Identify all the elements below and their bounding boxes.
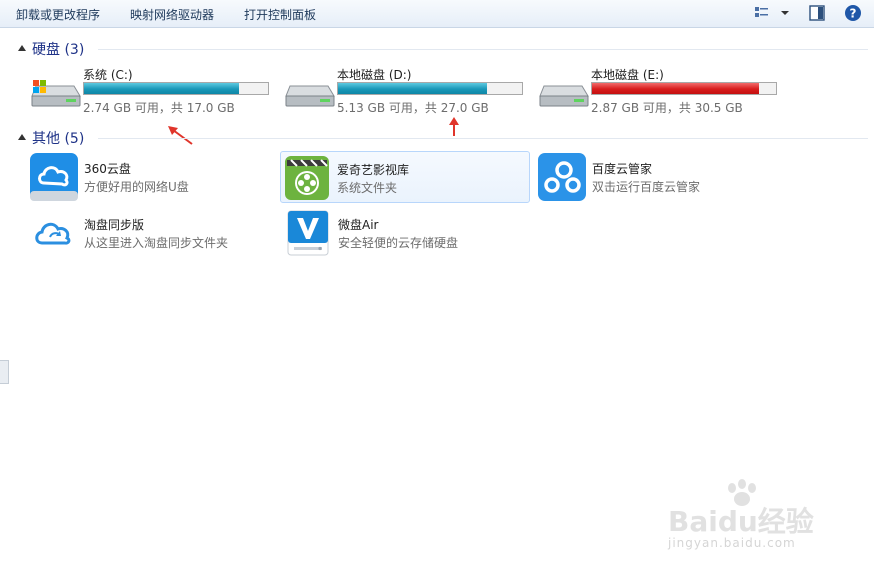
drive-name: 本地磁盘 (E:): [591, 68, 664, 82]
collapse-triangle-icon[interactable]: [18, 45, 26, 51]
drive-usage-fill: [338, 83, 488, 94]
group-divider: [98, 49, 868, 50]
drive-name: 系统 (C:): [83, 68, 133, 82]
drive-name: 本地磁盘 (D:): [337, 68, 412, 82]
baidu-cloud-icon: [538, 153, 586, 201]
hard-drive-icon: [539, 85, 589, 107]
item-name: 百度云管家: [592, 162, 653, 176]
item-name: 微盘Air: [338, 218, 379, 232]
view-dropdown-chevron-icon[interactable]: [776, 4, 794, 22]
drive-space-info: 2.87 GB 可用，共 30.5 GB: [591, 101, 743, 115]
item-name: 淘盘同步版: [84, 218, 145, 232]
group-hard-disks[interactable]: 硬盘 (3): [18, 39, 868, 59]
navigation-pane-splitter[interactable]: [0, 360, 9, 384]
item-name: 爱奇艺影视库: [337, 163, 410, 177]
item-description: 从这里进入淘盘同步文件夹: [84, 236, 229, 250]
sync-cloud-icon: [35, 222, 71, 245]
drive-usage-bar: [591, 82, 777, 95]
item-360-cloud[interactable]: 360云盘 方便好用的网络U盘: [28, 151, 278, 203]
drive-e[interactable]: 本地磁盘 (E:) 2.87 GB 可用，共 30.5 GB: [538, 66, 788, 116]
drive-usage-fill: [592, 83, 760, 94]
item-taopan-sync[interactable]: 淘盘同步版 从这里进入淘盘同步文件夹: [28, 207, 278, 259]
drive-space-info: 5.13 GB 可用，共 27.0 GB: [337, 101, 489, 115]
collapse-triangle-icon[interactable]: [18, 134, 26, 140]
weipan-v-icon: [287, 210, 329, 256]
drive-usage-bar: [83, 82, 269, 95]
svg-text:?: ?: [850, 7, 857, 21]
help-icon[interactable]: ?: [844, 4, 862, 22]
view-options-icon[interactable]: [753, 4, 771, 22]
item-name: 360云盘: [84, 162, 131, 176]
item-weipan-air[interactable]: 微盘Air 安全轻便的云存储硬盘: [282, 207, 532, 259]
watermark-url: jingyan.baidu.com: [668, 536, 796, 550]
command-bar: 卸载或更改程序 映射网络驱动器 打开控制面板 ?: [0, 0, 874, 28]
drive-c[interactable]: 系统 (C:) 2.74 GB 可用，共 17.0 GB: [30, 66, 280, 116]
item-baidu-cloud-manager[interactable]: 百度云管家 双击运行百度云管家: [536, 151, 786, 203]
drive-space-info: 2.74 GB 可用，共 17.0 GB: [83, 101, 235, 115]
item-description: 安全轻便的云存储硬盘: [338, 236, 459, 250]
uninstall-program-button[interactable]: 卸载或更改程序: [16, 6, 100, 23]
item-description: 双击运行百度云管家: [592, 180, 701, 194]
iqiyi-film-icon: [285, 156, 329, 200]
drive-d[interactable]: 本地磁盘 (D:) 5.13 GB 可用，共 27.0 GB: [284, 66, 534, 116]
open-control-panel-button[interactable]: 打开控制面板: [244, 6, 316, 23]
system-drive-icon: [31, 80, 81, 107]
item-description: 方便好用的网络U盘: [84, 180, 189, 194]
map-network-drive-button[interactable]: 映射网络驱动器: [130, 6, 214, 23]
group-divider: [98, 138, 868, 139]
drive-usage-fill: [84, 83, 239, 94]
group-title: 硬盘 (3): [32, 42, 85, 58]
group-other[interactable]: 其他 (5): [18, 128, 868, 148]
drive-usage-bar: [337, 82, 523, 95]
360-cloud-icon: [30, 153, 78, 201]
watermark-logo-text: Baidu经验: [668, 505, 814, 538]
item-iqiyi-library[interactable]: 爱奇艺影视库 系统文件夹: [280, 151, 530, 203]
hard-drive-icon: [285, 85, 335, 107]
baidu-jingyan-watermark: Baidu经验 jingyan.baidu.com: [668, 478, 868, 558]
preview-pane-icon[interactable]: [808, 4, 826, 22]
item-description: 系统文件夹: [337, 181, 398, 195]
group-title: 其他 (5): [32, 131, 85, 147]
